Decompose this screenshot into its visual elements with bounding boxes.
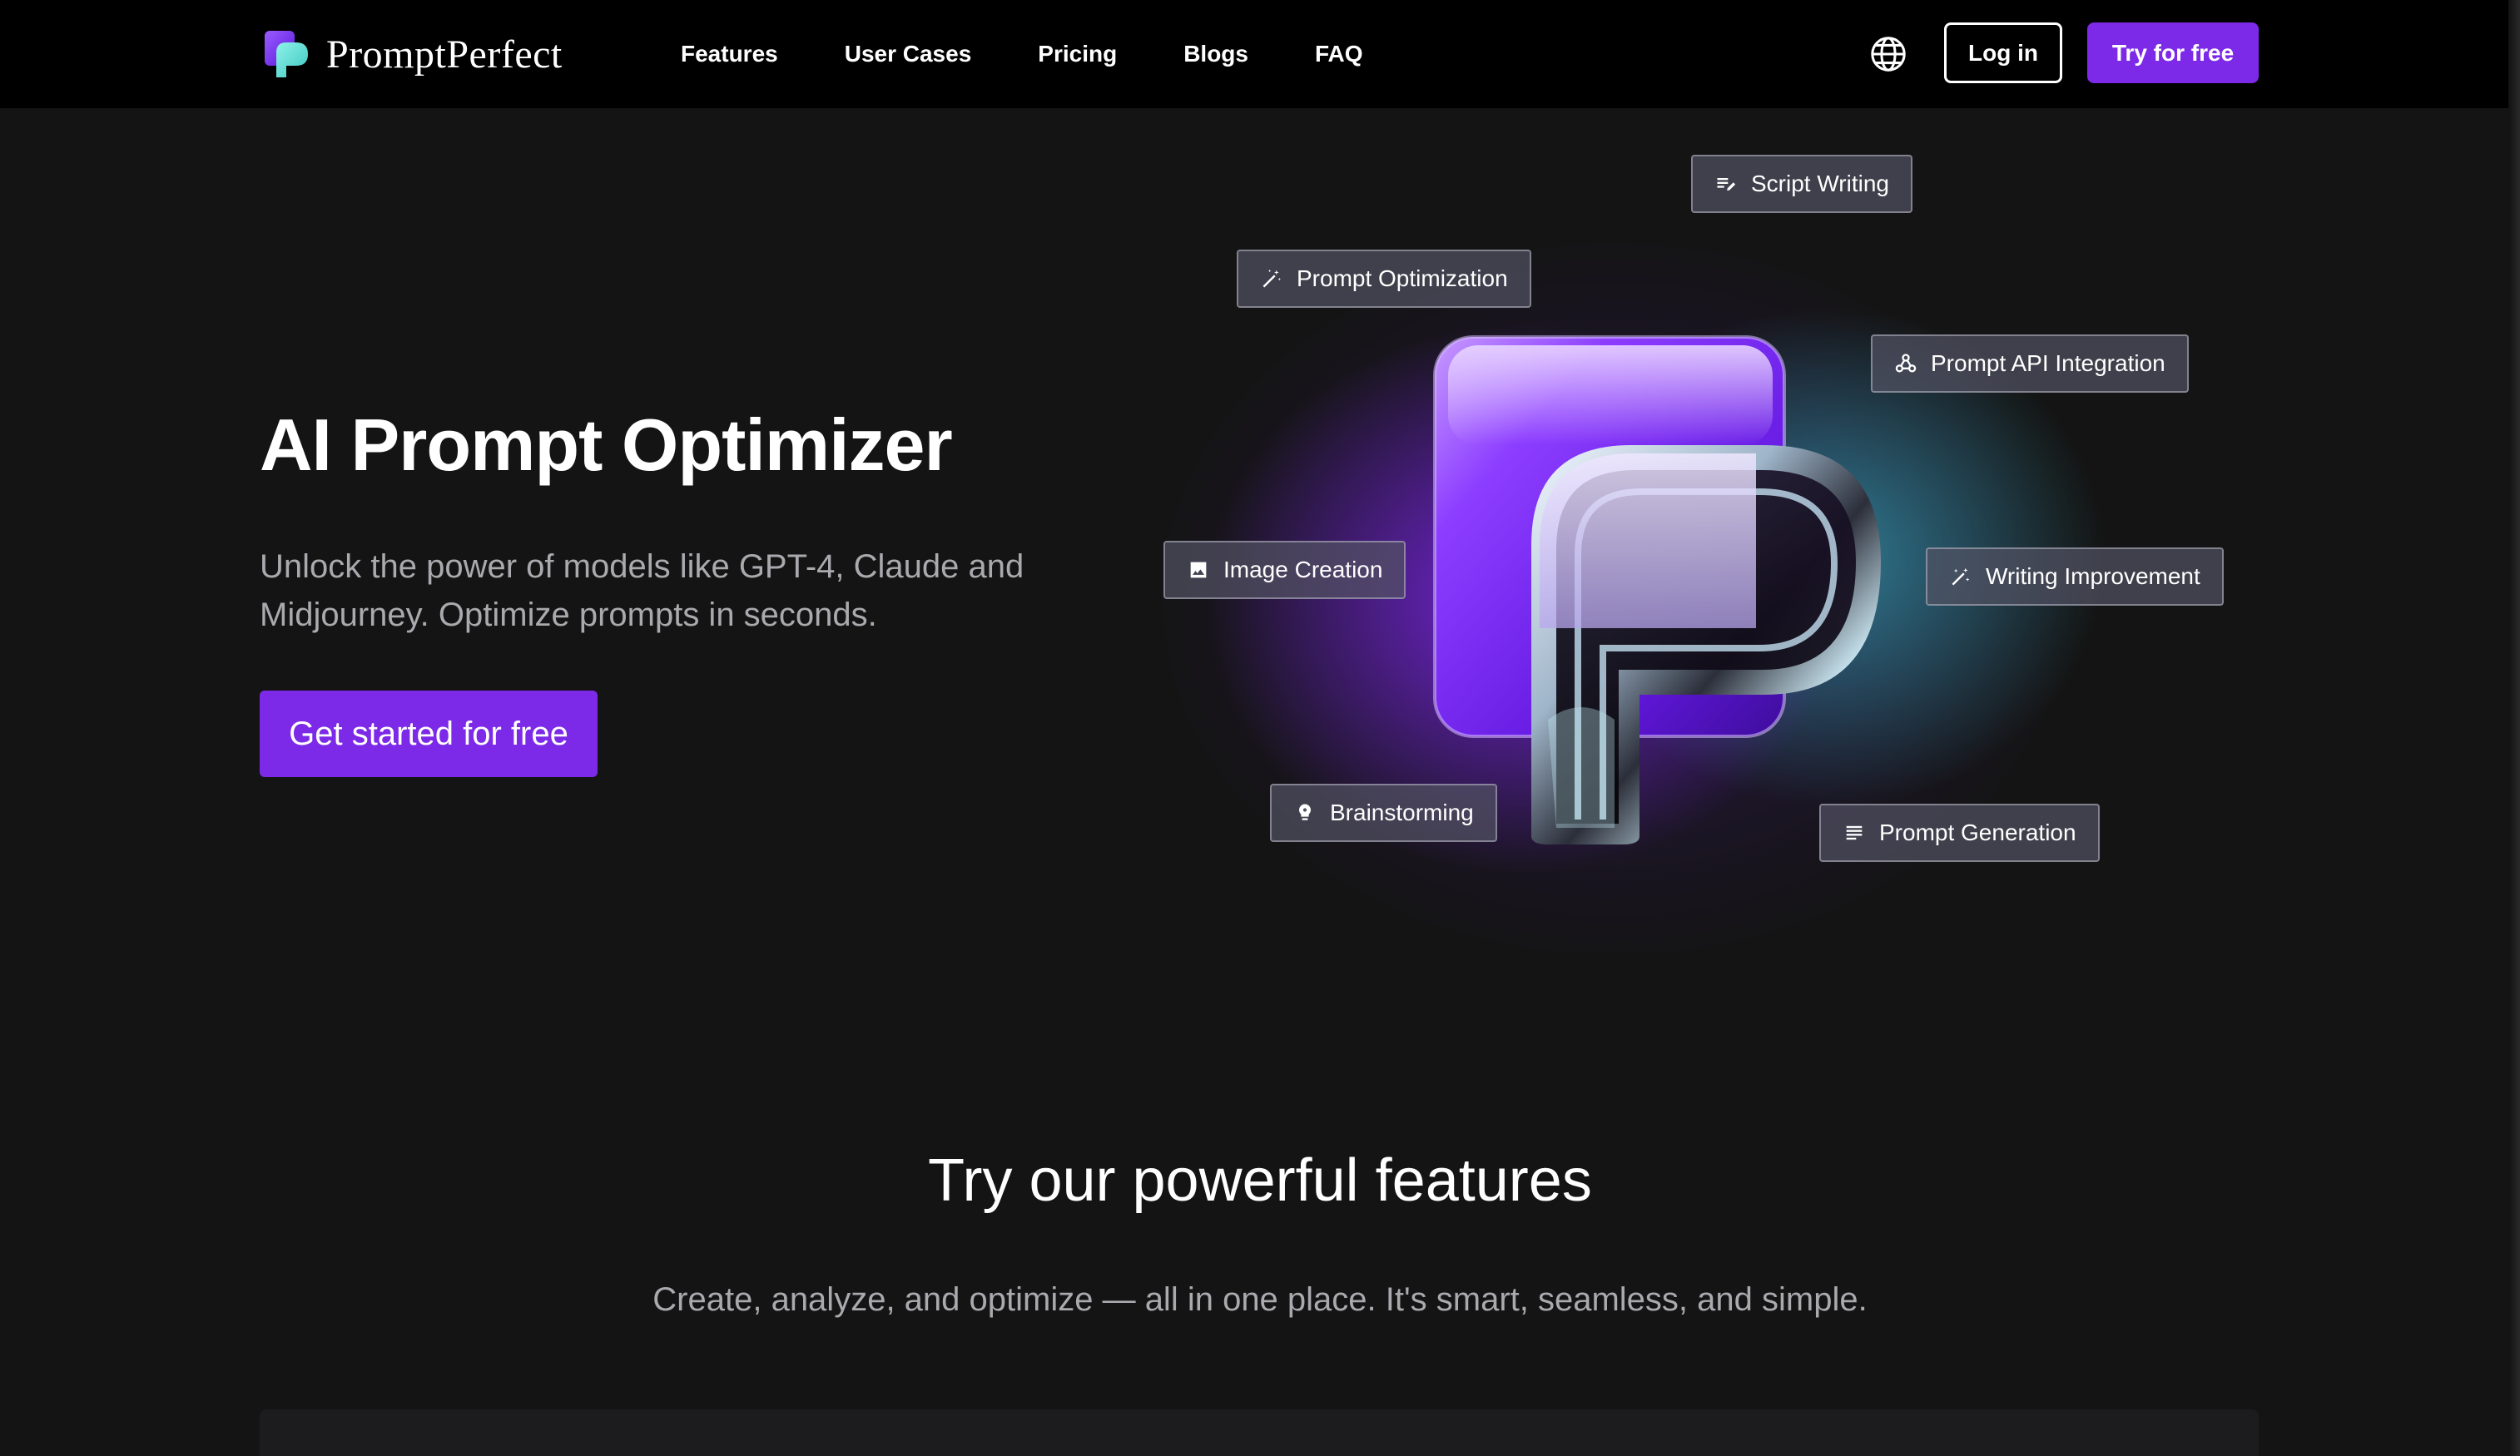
get-started-button[interactable]: Get started for free: [260, 691, 598, 777]
tag-label: Prompt Optimization: [1297, 265, 1508, 291]
features-subtitle: Create, analyze, and optimize — all in o…: [652, 1281, 1868, 1318]
nav-link-blogs[interactable]: Blogs: [1183, 41, 1248, 67]
tag-label: Script Writing: [1751, 171, 1889, 196]
brand-logo[interactable]: PromptPerfect: [265, 30, 563, 78]
tag-label: Image Creation: [1223, 557, 1383, 582]
brand-name: PromptPerfect: [326, 32, 563, 77]
hero-subtitle: Unlock the power of models like GPT-4, C…: [260, 548, 1024, 633]
nav-link-features[interactable]: Features: [681, 41, 778, 67]
image-icon: [1190, 562, 1207, 578]
tag-image-creation: Image Creation: [1163, 541, 1406, 599]
nav-links: Features User Cases Pricing Blogs FAQ: [681, 0, 1430, 108]
tag-writing-improvement: Writing Improvement: [1926, 547, 2224, 606]
tag-label: Writing Improvement: [1986, 563, 2200, 589]
tag-brainstorming: Brainstorming: [1270, 784, 1497, 842]
scrollbar-edge: [2508, 0, 2520, 1456]
edit-lines-icon: [1717, 178, 1736, 191]
tag-prompt-generation: Prompt Generation: [1819, 804, 2100, 862]
hero-title: AI Prompt Optimizer: [260, 404, 953, 486]
features-panel: [260, 1409, 2259, 1456]
nav-link-user-cases[interactable]: User Cases: [845, 41, 972, 67]
nav-link-pricing[interactable]: Pricing: [1038, 41, 1117, 67]
lightbulb-icon: [1298, 804, 1312, 820]
top-navbar: PromptPerfect Features User Cases Pricin…: [0, 0, 2520, 108]
tag-label: Prompt Generation: [1879, 820, 2076, 845]
tag-label: Brainstorming: [1330, 800, 1474, 825]
login-button[interactable]: Log in: [1944, 22, 2062, 83]
logo-mark-icon: [265, 31, 308, 77]
features-title: Try our powerful features: [928, 1147, 1592, 1214]
tag-prompt-optimization: Prompt Optimization: [1237, 250, 1531, 308]
tag-script-writing: Script Writing: [1691, 155, 1912, 213]
notes-icon: [1846, 825, 1863, 840]
try-for-free-button[interactable]: Try for free: [2087, 22, 2259, 83]
promptperfect-3d-logo: [1433, 335, 1881, 844]
nav-link-faq[interactable]: FAQ: [1315, 41, 1363, 67]
tag-label: Prompt API Integration: [1931, 350, 2165, 376]
globe-icon[interactable]: [1869, 35, 1907, 73]
auto-fix-icon: [1952, 567, 1970, 586]
tag-prompt-api-integration: Prompt API Integration: [1871, 334, 2189, 393]
webhook-icon: [1895, 354, 1917, 373]
magic-wand-icon: [1262, 269, 1282, 288]
